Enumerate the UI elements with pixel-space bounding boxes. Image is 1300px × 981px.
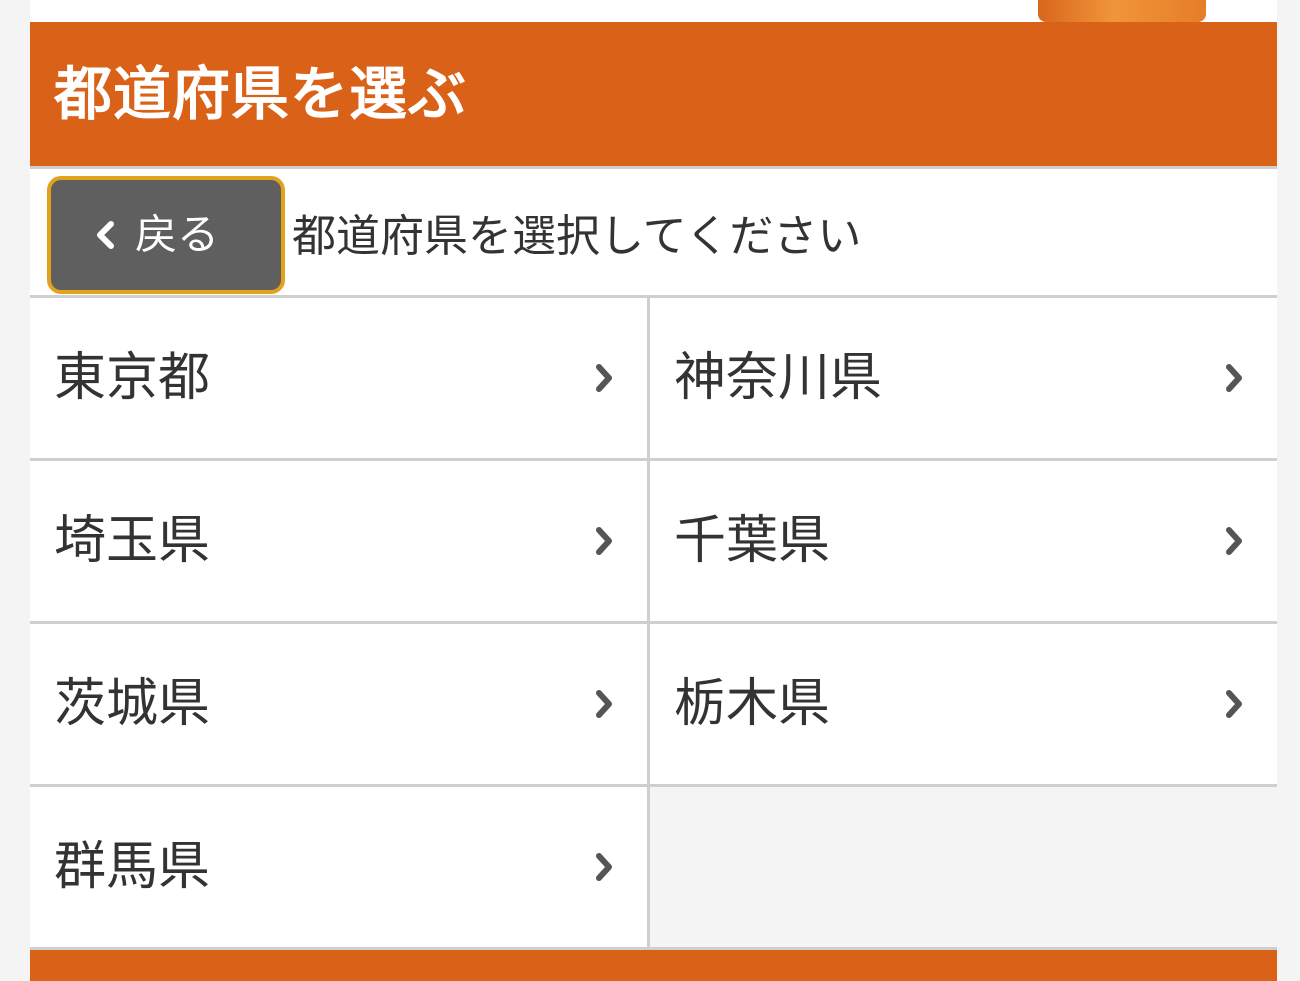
top-strip <box>30 0 1277 22</box>
prefecture-label: 埼玉県 <box>54 511 211 571</box>
prefecture-item-tokyo[interactable]: 東京都 <box>30 298 650 461</box>
chevron-right-icon <box>1226 527 1242 555</box>
prefecture-label: 神奈川県 <box>674 348 883 408</box>
prefecture-grid: 東京都 神奈川県 埼玉県 千葉県 茨城県 栃木県 群馬県 <box>30 298 1277 950</box>
chevron-left-icon <box>97 221 114 249</box>
footer-bar <box>30 950 1277 981</box>
instruction-text: 都道府県を選択してください <box>292 211 862 262</box>
page-header: 都道府県を選ぶ <box>30 22 1277 166</box>
prefecture-label: 茨城県 <box>54 674 211 734</box>
prefecture-label: 千葉県 <box>674 511 831 571</box>
chevron-right-icon <box>596 364 612 392</box>
prefecture-label: 東京都 <box>54 348 211 408</box>
prefecture-item-saitama[interactable]: 埼玉県 <box>30 461 650 624</box>
prefecture-item-gunma[interactable]: 群馬県 <box>30 787 650 950</box>
back-button[interactable]: 戻る <box>47 176 285 294</box>
chevron-right-icon <box>1226 364 1242 392</box>
prefecture-label: 群馬県 <box>54 837 211 897</box>
empty-cell <box>650 787 1277 950</box>
prefecture-item-ibaraki[interactable]: 茨城県 <box>30 624 650 787</box>
chevron-right-icon <box>596 853 612 881</box>
page-title: 都道府県を選ぶ <box>54 60 468 128</box>
main-content: 都道府県を選ぶ 戻る 都道府県を選択してください 東京都 神奈川県 埼玉県 千葉… <box>30 0 1277 981</box>
back-button-label: 戻る <box>135 210 220 259</box>
prefecture-item-tochigi[interactable]: 栃木県 <box>650 624 1277 787</box>
instruction-bar: 戻る 都道府県を選択してください <box>30 166 1277 298</box>
prefecture-item-chiba[interactable]: 千葉県 <box>650 461 1277 624</box>
prefecture-label: 栃木県 <box>674 674 831 734</box>
header-decoration <box>1038 0 1206 22</box>
chevron-right-icon <box>596 690 612 718</box>
prefecture-item-kanagawa[interactable]: 神奈川県 <box>650 298 1277 461</box>
chevron-right-icon <box>596 527 612 555</box>
chevron-right-icon <box>1226 690 1242 718</box>
page: 都道府県を選ぶ 戻る 都道府県を選択してください 東京都 神奈川県 埼玉県 千葉… <box>0 0 1300 981</box>
